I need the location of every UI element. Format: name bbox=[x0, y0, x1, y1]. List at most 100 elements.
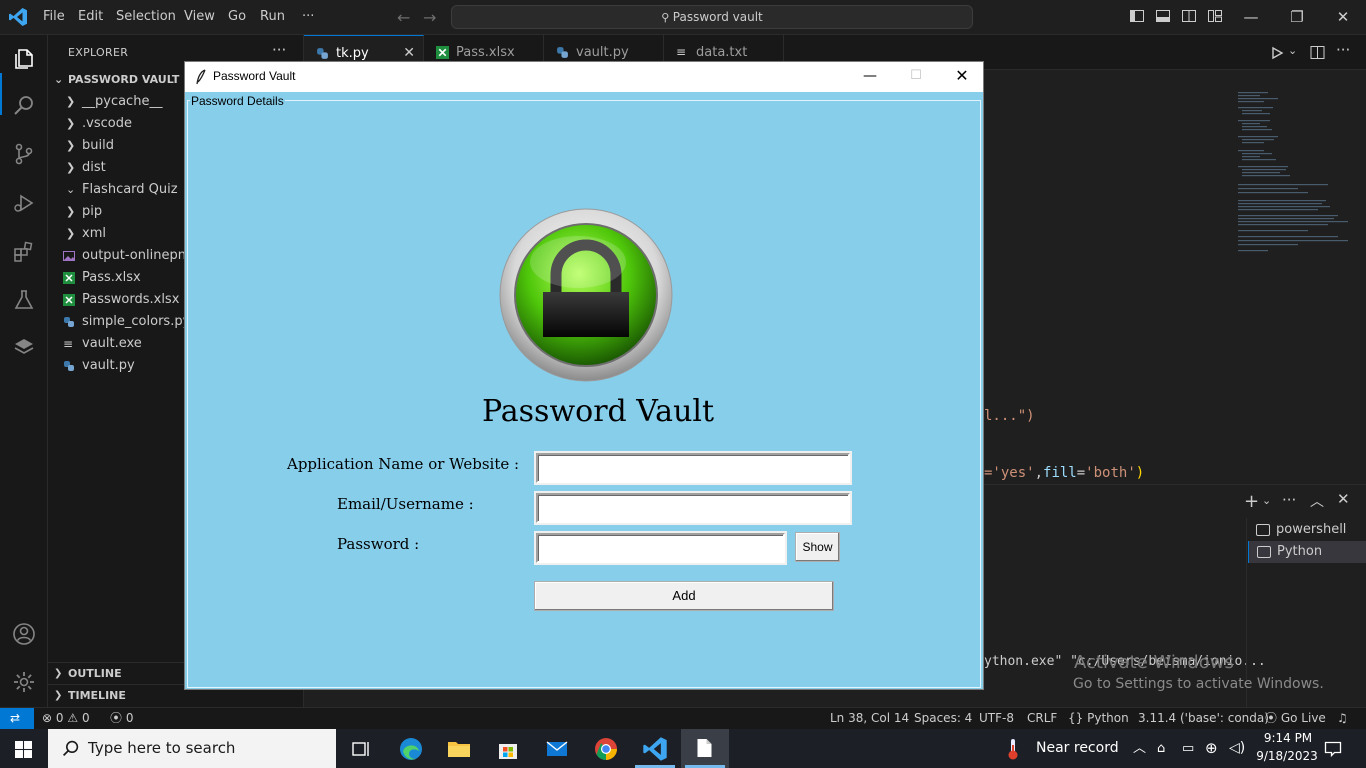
errors-indicator[interactable]: ⊗ 0 ⚠ 0 bbox=[42, 708, 90, 729]
vscode-titlebar: File Edit Selection View Go Run ··· ← → … bbox=[0, 0, 1366, 35]
add-button[interactable]: Add bbox=[534, 581, 834, 611]
braces-icon: {} bbox=[1068, 711, 1084, 725]
ports-indicator[interactable]: ⦿ 0 bbox=[110, 708, 133, 729]
mail-icon[interactable] bbox=[544, 736, 570, 762]
chevron-down-icon: ⌄ bbox=[54, 73, 64, 86]
broadcast-icon: ⦿ bbox=[1265, 711, 1278, 725]
email-input-frame bbox=[534, 491, 852, 525]
forward-arrow-icon[interactable]: → bbox=[423, 8, 436, 27]
menu-run[interactable]: Run bbox=[260, 9, 285, 24]
customize-layout-icon[interactable] bbox=[1207, 8, 1223, 24]
weather-text[interactable]: Near record bbox=[1036, 729, 1119, 768]
network-globe-icon[interactable]: ⊕ bbox=[1205, 729, 1218, 768]
testing-flask-icon[interactable] bbox=[12, 288, 36, 312]
source-control-icon[interactable] bbox=[12, 142, 36, 166]
toggle-panel-icon[interactable] bbox=[1155, 8, 1171, 24]
tray-expand-icon[interactable]: ︿ bbox=[1133, 729, 1146, 768]
explorer-more-button[interactable]: ··· bbox=[272, 41, 286, 59]
notifications-bell-icon[interactable]: ♫ bbox=[1337, 708, 1348, 729]
chevron-right-icon: ❯ bbox=[54, 668, 63, 679]
taskbar-search-box[interactable]: Type here to search bbox=[48, 729, 336, 768]
toggle-secondary-sidebar-icon[interactable] bbox=[1181, 8, 1197, 24]
back-arrow-icon[interactable]: ← bbox=[397, 8, 410, 27]
run-file-icon[interactable] bbox=[1270, 46, 1284, 60]
toggle-sidebar-icon[interactable] bbox=[1129, 8, 1145, 24]
vscode-taskbar-icon[interactable] bbox=[642, 736, 668, 762]
extensions-icon[interactable] bbox=[12, 240, 36, 264]
close-icon[interactable]: ✕ bbox=[1320, 6, 1366, 28]
encoding[interactable]: UTF-8 bbox=[979, 708, 1014, 729]
menu-more[interactable]: ··· bbox=[302, 9, 314, 24]
padlock-logo-icon bbox=[499, 208, 673, 382]
excel-icon bbox=[436, 46, 449, 59]
tk-feather-icon bbox=[196, 69, 206, 85]
maximize-panel-icon[interactable]: ︿ bbox=[1310, 491, 1324, 511]
run-dropdown-icon[interactable]: ⌄ bbox=[1288, 44, 1297, 57]
window-titlebar[interactable]: Password Vault — ☐ ✕ bbox=[185, 62, 983, 92]
password-input[interactable] bbox=[536, 533, 785, 563]
cursor-position[interactable]: Ln 38, Col 14 bbox=[830, 708, 909, 729]
show-password-button[interactable]: Show bbox=[795, 532, 840, 562]
run-debug-icon[interactable] bbox=[12, 191, 36, 215]
active-indicator bbox=[0, 73, 2, 115]
panel-more-actions[interactable]: ··· bbox=[1282, 491, 1296, 509]
terminal-dropdown-icon[interactable]: ⌄ bbox=[1262, 494, 1271, 507]
volume-icon[interactable]: ◁) bbox=[1229, 729, 1245, 768]
window-close-icon[interactable]: ✕ bbox=[939, 62, 985, 92]
file-explorer-icon[interactable] bbox=[446, 736, 472, 762]
email-username-input[interactable] bbox=[536, 493, 850, 523]
close-panel-icon[interactable]: ✕ bbox=[1337, 490, 1350, 508]
go-live-button[interactable]: ⦿ Go Live bbox=[1265, 708, 1326, 729]
device-icon[interactable]: ⌂ bbox=[1157, 729, 1165, 768]
command-center[interactable]: ⚲ Password vault bbox=[451, 5, 973, 29]
accounts-icon[interactable] bbox=[12, 622, 36, 646]
menu-go[interactable]: Go bbox=[228, 9, 246, 24]
menu-view[interactable]: View bbox=[184, 9, 215, 24]
indentation[interactable]: Spaces: 4 bbox=[914, 708, 972, 729]
chevron-right-icon: ❯ bbox=[66, 95, 76, 108]
windows-start-icon[interactable] bbox=[15, 741, 32, 758]
stack-layers-icon[interactable] bbox=[12, 335, 36, 359]
task-view-icon[interactable] bbox=[348, 736, 374, 762]
clock-date[interactable]: 9/18/2023 bbox=[1254, 749, 1320, 763]
editor-more-actions[interactable]: ··· bbox=[1336, 41, 1350, 59]
python-icon bbox=[64, 317, 74, 327]
thermometer-icon[interactable] bbox=[1006, 737, 1020, 761]
search-icon[interactable] bbox=[12, 93, 36, 117]
activate-windows-watermark: Activate Windows bbox=[1074, 652, 1234, 673]
window-minimize-icon[interactable]: — bbox=[847, 62, 893, 92]
settings-gear-icon[interactable] bbox=[12, 670, 36, 694]
terminal-python[interactable]: Python bbox=[1248, 541, 1366, 563]
microsoft-store-icon[interactable] bbox=[495, 736, 521, 762]
app-name-input[interactable] bbox=[536, 453, 850, 483]
minimize-icon[interactable]: — bbox=[1228, 6, 1274, 28]
menu-file[interactable]: File bbox=[43, 9, 65, 24]
minimap[interactable] bbox=[1232, 90, 1352, 260]
chevron-right-icon: ❯ bbox=[66, 161, 76, 174]
menu-selection[interactable]: Selection bbox=[116, 9, 176, 24]
split-editor-icon[interactable] bbox=[1310, 45, 1325, 60]
vscode-logo-icon bbox=[9, 8, 27, 26]
terminal-powershell[interactable]: powershell bbox=[1248, 519, 1366, 541]
new-terminal-icon[interactable]: + bbox=[1244, 491, 1259, 512]
python-interpreter[interactable]: 3.11.4 ('base': conda) bbox=[1138, 708, 1269, 729]
edge-browser-icon[interactable] bbox=[398, 736, 424, 762]
restore-icon[interactable]: ❐ bbox=[1274, 6, 1320, 28]
remote-icon: ⇄ bbox=[10, 711, 21, 725]
language-mode[interactable]: {} Python bbox=[1068, 708, 1129, 729]
remote-indicator[interactable]: ⇄ bbox=[0, 708, 34, 729]
battery-icon[interactable]: ▭ bbox=[1182, 729, 1194, 768]
python-icon bbox=[317, 48, 328, 59]
chevron-right-icon: ❯ bbox=[66, 139, 76, 152]
tk-app-taskbar-button[interactable] bbox=[681, 729, 729, 768]
window-title: Password Vault bbox=[213, 69, 296, 83]
clock-time[interactable]: 9:14 PM bbox=[1260, 731, 1316, 745]
window-body: Password Details Password Vault Applicat… bbox=[185, 92, 983, 689]
notification-center-icon[interactable] bbox=[1324, 740, 1342, 758]
code-line-fragment: ='yes',fill='both') bbox=[984, 465, 1145, 481]
line-ending[interactable]: CRLF bbox=[1027, 708, 1057, 729]
menu-edit[interactable]: Edit bbox=[78, 9, 103, 24]
text-file-icon: ≡ bbox=[676, 45, 687, 59]
explorer-files-icon[interactable] bbox=[12, 47, 36, 71]
chrome-browser-icon[interactable] bbox=[593, 736, 619, 762]
